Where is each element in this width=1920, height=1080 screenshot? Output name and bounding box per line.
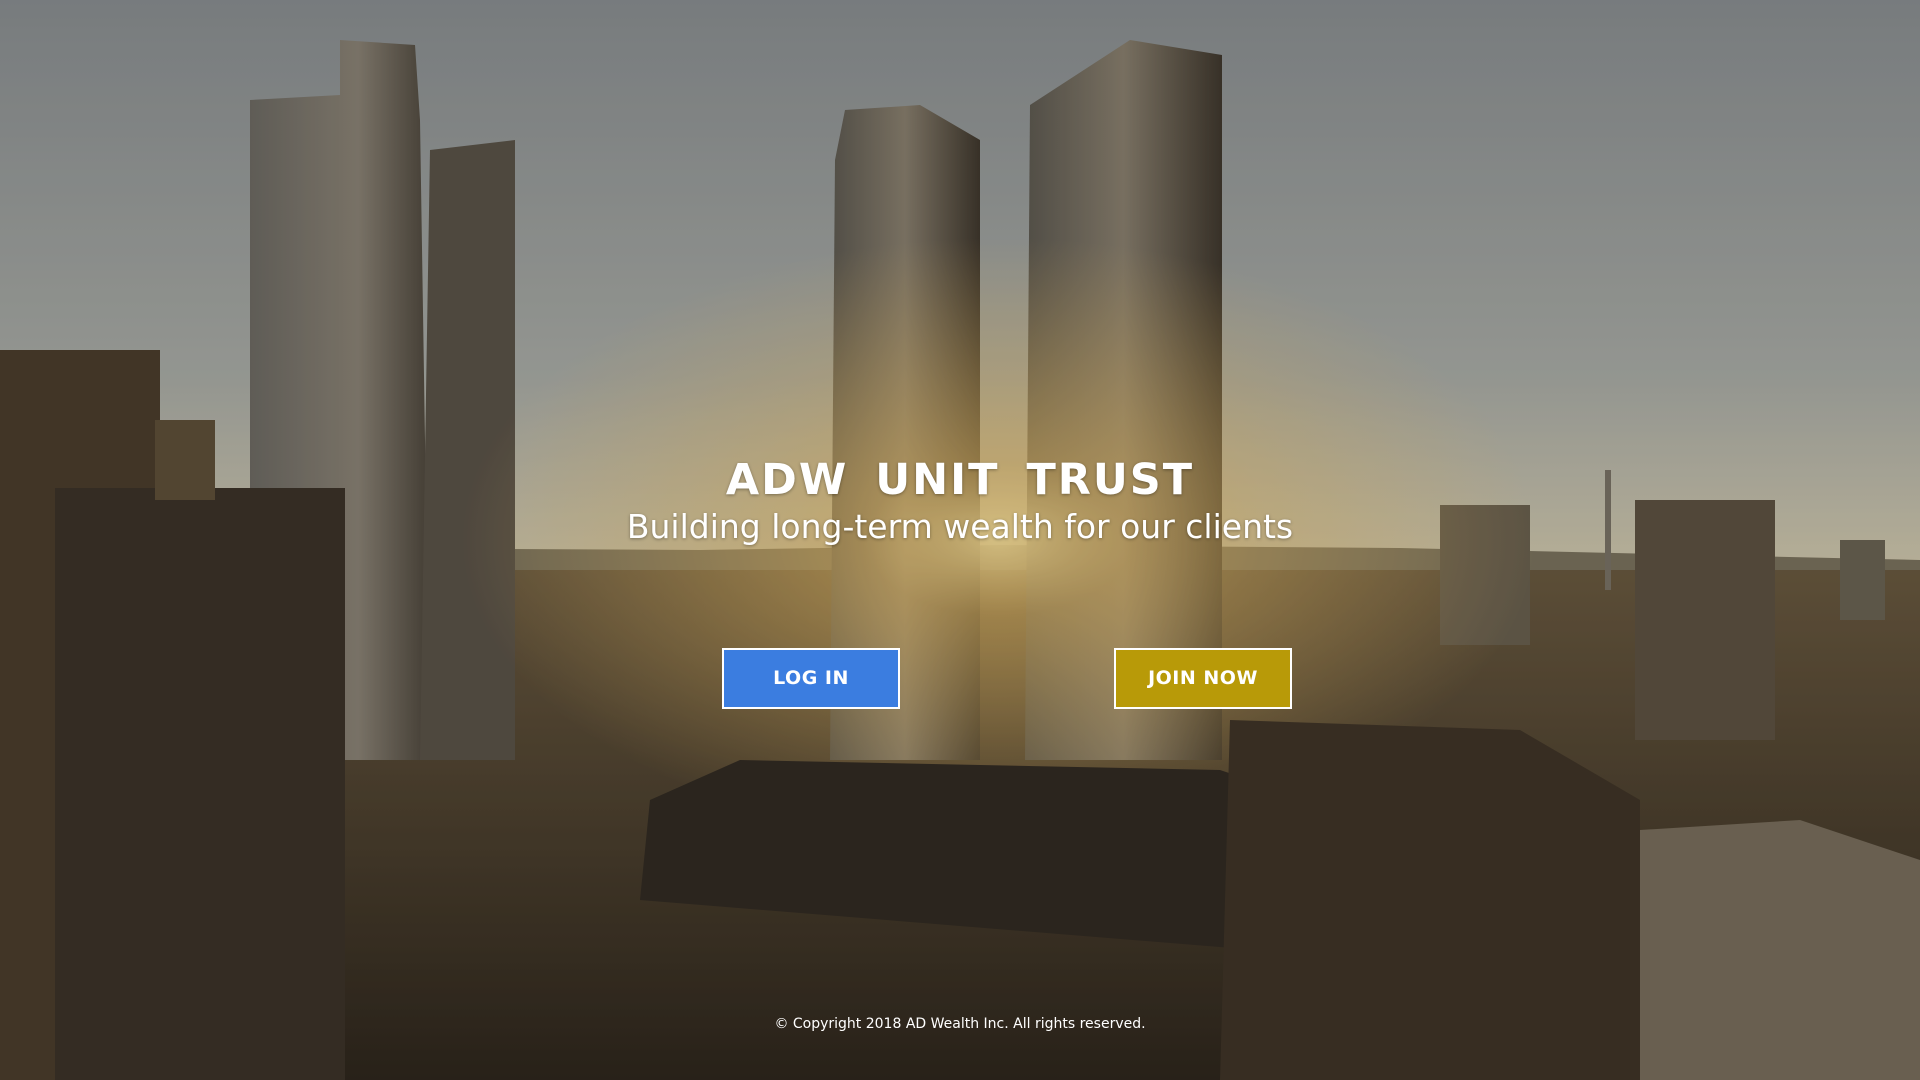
join-now-button[interactable]: JOIN NOW bbox=[1114, 648, 1292, 709]
landing-page: ADW UNIT TRUST Building long-term wealth… bbox=[0, 0, 1920, 1080]
tagline: Building long-term wealth for our client… bbox=[626, 507, 1294, 546]
page-title: ADW UNIT TRUST bbox=[725, 455, 1195, 505]
login-button[interactable]: LOG IN bbox=[722, 648, 900, 709]
hero-section: ADW UNIT TRUST Building long-term wealth… bbox=[0, 455, 1920, 549]
copyright-footer: © Copyright 2018 AD Wealth Inc. All righ… bbox=[774, 1016, 1146, 1032]
